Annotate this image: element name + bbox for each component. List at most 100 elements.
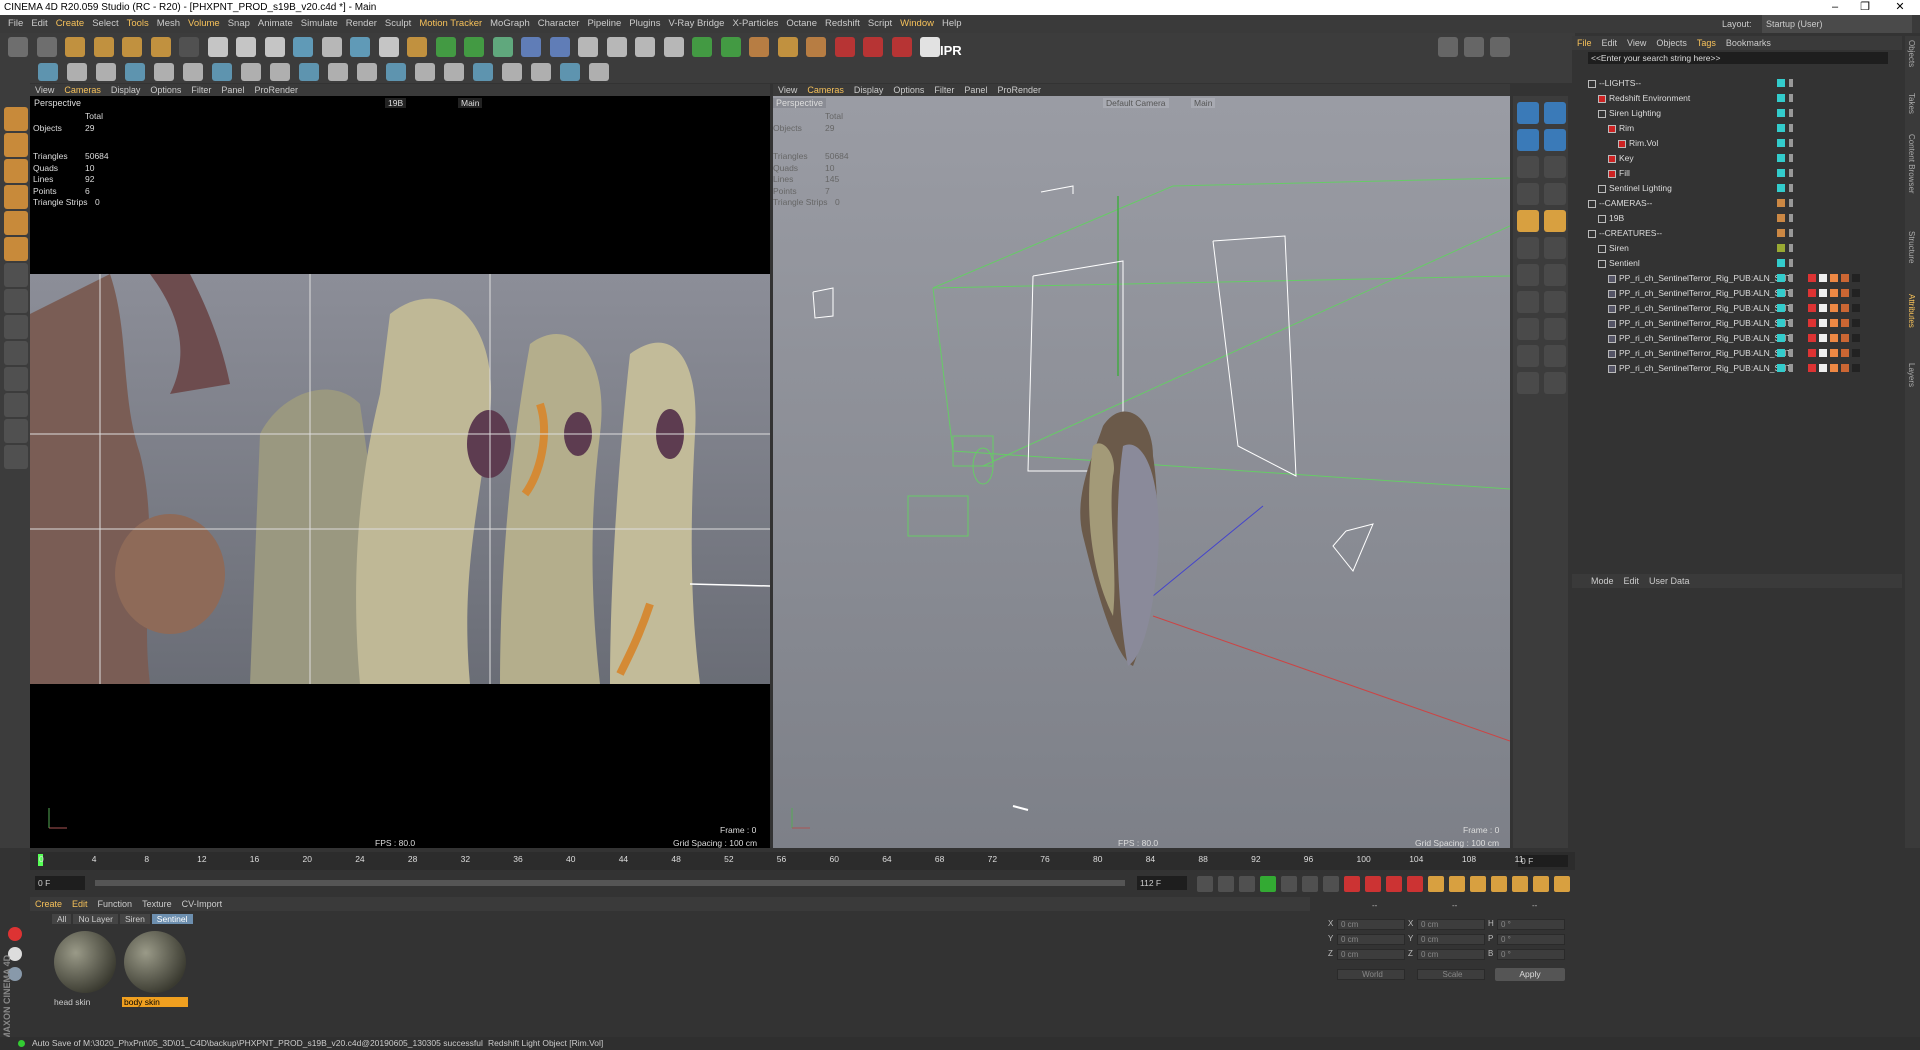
palette-tool-7-icon[interactable] <box>1544 183 1566 205</box>
toolbar2-tool-6-icon[interactable] <box>212 63 232 81</box>
left-tool-4-icon[interactable] <box>4 211 28 235</box>
visibility-toggle[interactable] <box>1789 334 1793 342</box>
palette-tool-8-icon[interactable] <box>1517 210 1539 232</box>
palette-tool-11-icon[interactable] <box>1544 237 1566 259</box>
viewport-right-menu-view[interactable]: View <box>773 84 802 96</box>
toolbar2-tool-11-icon[interactable] <box>357 63 377 81</box>
palette-tool-6-icon[interactable] <box>1517 183 1539 205</box>
left-tool-1-icon[interactable] <box>4 133 28 157</box>
tag-icon[interactable] <box>1819 274 1827 282</box>
tag-icon[interactable] <box>1819 364 1827 372</box>
object-row[interactable]: Redshift Environment <box>1598 91 1690 106</box>
menu-simulate[interactable]: Simulate <box>297 15 342 33</box>
visibility-toggle[interactable] <box>1789 349 1793 357</box>
visibility-toggle[interactable] <box>1789 94 1793 102</box>
toolbar-tool-27-icon[interactable] <box>777 37 798 57</box>
palette-tool-14-icon[interactable] <box>1517 291 1539 313</box>
toolbar-tool-0-icon[interactable] <box>8 37 28 57</box>
palette-tool-9-icon[interactable] <box>1544 210 1566 232</box>
left-tool-8-icon[interactable] <box>4 315 28 339</box>
playback-control-0-icon[interactable] <box>1197 876 1213 892</box>
tag-icon[interactable] <box>1841 349 1849 357</box>
viewport-left-menu-prorender[interactable]: ProRender <box>249 84 303 96</box>
playback-control-9-icon[interactable] <box>1386 876 1402 892</box>
layout-selector[interactable]: Layout: Startup (User) <box>1718 15 1912 33</box>
toolbar2-tool-8-icon[interactable] <box>270 63 290 81</box>
toolbar-tool-7-icon[interactable] <box>207 37 228 57</box>
playback-control-3-icon[interactable] <box>1260 876 1276 892</box>
om-menu-bookmarks[interactable]: Bookmarks <box>1721 36 1776 50</box>
tag-icon[interactable] <box>1830 319 1838 327</box>
tag-icon[interactable] <box>1852 289 1860 297</box>
tag-icon[interactable] <box>1808 304 1816 312</box>
om-menu-edit[interactable]: Edit <box>1597 36 1623 50</box>
size-field[interactable]: 0 cm <box>1417 949 1485 960</box>
object-row[interactable]: Sentinel Lighting <box>1598 181 1672 196</box>
om-menu-tags[interactable]: Tags <box>1692 36 1721 50</box>
palette-tool-19-icon[interactable] <box>1544 345 1566 367</box>
tag-icon[interactable] <box>1808 289 1816 297</box>
playback-control-2-icon[interactable] <box>1239 876 1255 892</box>
size-mode-dropdown[interactable]: Scale <box>1417 969 1485 980</box>
toolbar2-tool-0-icon[interactable] <box>38 63 58 81</box>
toolbar-tool-30-icon[interactable] <box>863 37 883 57</box>
menu-character[interactable]: Character <box>534 15 584 33</box>
toolbar-tool-2-icon[interactable] <box>65 37 85 57</box>
visibility-toggle[interactable] <box>1789 214 1793 222</box>
toolbar2-tool-1-icon[interactable] <box>67 63 87 81</box>
palette-tool-5-icon[interactable] <box>1544 156 1566 178</box>
tag-icon[interactable] <box>1830 289 1838 297</box>
menu-animate[interactable]: Animate <box>254 15 297 33</box>
om-menu-objects[interactable]: Objects <box>1651 36 1692 50</box>
visibility-toggle[interactable] <box>1789 304 1793 312</box>
playback-control-10-icon[interactable] <box>1407 876 1423 892</box>
side-tab-layers[interactable]: Layers <box>1907 363 1916 387</box>
viewport-left-view[interactable]: Main <box>458 98 483 108</box>
om-menu-view[interactable]: View <box>1622 36 1651 50</box>
object-row[interactable]: Fill <box>1608 166 1630 181</box>
viewport-right-menu-prorender[interactable]: ProRender <box>992 84 1046 96</box>
menu-render[interactable]: Render <box>342 15 381 33</box>
menu-tools[interactable]: Tools <box>123 15 153 33</box>
toolbar-tool-32-icon[interactable] <box>920 37 940 57</box>
left-tool-5-icon[interactable] <box>4 237 28 261</box>
left-tool-9-icon[interactable] <box>4 341 28 365</box>
menu-script[interactable]: Script <box>864 15 896 33</box>
bookmarks-icon[interactable] <box>1490 37 1510 57</box>
toolbar-tool-25-icon[interactable] <box>720 37 741 57</box>
tag-icon[interactable] <box>1830 304 1838 312</box>
menu-octane[interactable]: Octane <box>782 15 821 33</box>
tag-icon[interactable] <box>1830 274 1838 282</box>
toolbar-tool-28-icon[interactable] <box>806 37 826 57</box>
minimize-button[interactable]: – <box>1820 0 1850 15</box>
toolbar-tool-15-icon[interactable] <box>435 37 456 57</box>
palette-tool-15-icon[interactable] <box>1544 291 1566 313</box>
tag-icon[interactable] <box>1819 334 1827 342</box>
material-filter-sentinel[interactable]: Sentinel <box>151 914 193 924</box>
object-row[interactable]: --LIGHTS-- <box>1588 76 1641 91</box>
menu-help[interactable]: Help <box>938 15 966 33</box>
mat-menu-function[interactable]: Function <box>93 897 138 911</box>
size-field[interactable]: 0 cm <box>1417 934 1485 945</box>
object-row[interactable]: Rim.Vol <box>1618 136 1658 151</box>
viewport-right-menu-display[interactable]: Display <box>849 84 889 96</box>
viewport-right-menu-panel[interactable]: Panel <box>959 84 992 96</box>
visibility-toggle[interactable] <box>1789 109 1793 117</box>
object-row[interactable]: Siren <box>1598 241 1629 256</box>
side-tab-content-browser[interactable]: Content Browser <box>1907 134 1916 194</box>
playback-control-14-icon[interactable] <box>1491 876 1507 892</box>
visibility-toggle[interactable] <box>1789 259 1793 267</box>
attr-menu-user-data[interactable]: User Data <box>1644 574 1695 588</box>
menu-v-ray-bridge[interactable]: V-Ray Bridge <box>664 15 728 33</box>
rotation-field[interactable]: 0 ° <box>1497 934 1565 945</box>
tag-icon[interactable] <box>1852 349 1860 357</box>
apply-button[interactable]: Apply <box>1495 968 1565 981</box>
toolbar2-tool-4-icon[interactable] <box>154 63 174 81</box>
tag-icon[interactable] <box>1852 304 1860 312</box>
toolbar2-tool-3-icon[interactable] <box>125 63 145 81</box>
toolbar2-tool-19-icon[interactable] <box>589 63 609 81</box>
record-icon[interactable] <box>8 927 22 941</box>
toolbar-tool-31-icon[interactable] <box>891 37 912 57</box>
toolbar-tool-5-icon[interactable] <box>150 37 171 57</box>
viewport-left-menu-filter[interactable]: Filter <box>186 84 216 96</box>
